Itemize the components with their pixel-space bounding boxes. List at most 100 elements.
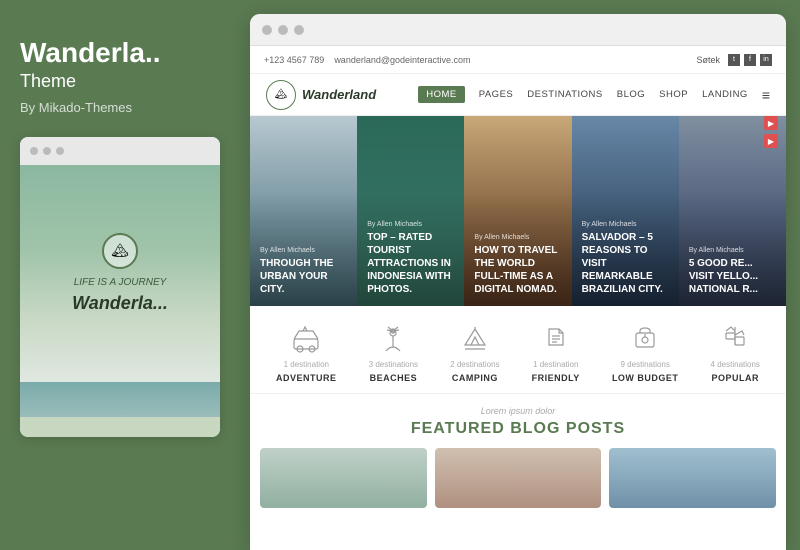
beaches-label: BEACHES bbox=[370, 373, 418, 383]
theme-by: By Mikado-Themes bbox=[20, 100, 220, 115]
mini-hero: 🏔 LIFE IS A JOURNEY Wanderla... bbox=[20, 165, 220, 382]
nav-links[interactable]: HOME PAGES DESTINATIONS BLOG SHOP LANDIN… bbox=[418, 86, 770, 103]
facebook-icon: f bbox=[744, 54, 756, 66]
camping-count: 2 destinations bbox=[450, 360, 499, 369]
lowbudget-icon bbox=[627, 320, 663, 356]
adventure-icon bbox=[288, 320, 324, 356]
mini-dot-3 bbox=[56, 147, 64, 155]
mini-logo-text: LIFE IS A JOURNEY bbox=[74, 277, 167, 289]
categories-section: 1 destination ADVENTURE 3 destinations B… bbox=[250, 306, 786, 394]
logo-circle: 🏔 bbox=[266, 80, 296, 110]
featured-header: Lorem ipsum dolor FEATURED BLOG POSTS bbox=[260, 406, 776, 438]
featured-title-part1: FEATURED BLOG bbox=[411, 420, 566, 437]
hero-card-2: By Allen Michaels TOP – RATED TOURIST AT… bbox=[357, 116, 464, 306]
camping-icon bbox=[457, 320, 493, 356]
category-friendly[interactable]: 1 destination FRIENDLY bbox=[532, 320, 580, 383]
logo-icon: 🏔 bbox=[275, 89, 288, 100]
mini-dot-1 bbox=[30, 147, 38, 155]
hero-text-5: By Allen Michaels 5 GOOD RE... VISIT YEL… bbox=[689, 247, 776, 296]
hero-title-4: SALVADOR – 5 REASONS TO VISIT REMARKABLE… bbox=[582, 231, 669, 296]
featured-title: FEATURED BLOG POSTS bbox=[260, 420, 776, 438]
nav-pages[interactable]: PAGES bbox=[479, 89, 514, 100]
theme-subtitle: Theme bbox=[20, 71, 220, 92]
beaches-count: 3 destinations bbox=[369, 360, 418, 369]
hero-card-4: By Allen Michaels SALVADOR – 5 REASONS T… bbox=[572, 116, 679, 306]
featured-post-2[interactable] bbox=[435, 448, 602, 508]
category-lowbudget[interactable]: 9 destinations LOW BUDGET bbox=[612, 320, 679, 383]
mini-topbar bbox=[20, 137, 220, 165]
featured-post-3[interactable] bbox=[609, 448, 776, 508]
search-label: Søtek bbox=[696, 55, 720, 65]
site-logo: 🏔 Wanderland bbox=[266, 80, 376, 110]
popular-count: 4 destinations bbox=[711, 360, 760, 369]
hero-author-2: By Allen Michaels bbox=[367, 221, 454, 228]
browser-dot-2 bbox=[278, 25, 288, 35]
browser-window: +123 4567 789 wanderland@godeinteractive… bbox=[250, 14, 786, 550]
category-camping[interactable]: 2 destinations CAMPING bbox=[450, 320, 499, 383]
notif-dot-1: ▶ bbox=[764, 116, 778, 130]
topbar-right: Søtek t f in bbox=[696, 54, 772, 66]
lowbudget-label: LOW BUDGET bbox=[612, 373, 679, 383]
hero-card-3: By Allen Michaels HOW TO TRAVEL THE WORL… bbox=[464, 116, 571, 306]
nav-blog[interactable]: BLOG bbox=[617, 89, 645, 100]
email-address: wanderland@godeinteractive.com bbox=[334, 55, 470, 65]
mini-hero-bg: 🏔 LIFE IS A JOURNEY Wanderla... bbox=[20, 165, 220, 382]
logo-name: Wanderland bbox=[302, 87, 376, 102]
browser-dot-3 bbox=[294, 25, 304, 35]
featured-posts bbox=[260, 448, 776, 508]
mini-dot-2 bbox=[43, 147, 51, 155]
hero-text-2: By Allen Michaels TOP – RATED TOURIST AT… bbox=[367, 221, 454, 296]
category-beaches[interactable]: 3 destinations BEACHES bbox=[369, 320, 418, 383]
twitter-icon: t bbox=[728, 54, 740, 66]
phone-number: +123 4567 789 bbox=[264, 55, 324, 65]
hero-strip: ▶ ▶ By Allen Michaels THROUGH THE URBAN … bbox=[250, 116, 786, 306]
hero-text-4: By Allen Michaels SALVADOR – 5 REASONS T… bbox=[582, 221, 669, 296]
mini-ground bbox=[20, 417, 220, 437]
friendly-count: 1 destination bbox=[533, 360, 578, 369]
adventure-label: ADVENTURE bbox=[276, 373, 337, 383]
nav-destinations[interactable]: DESTINATIONS bbox=[527, 89, 603, 100]
instagram-icon: in bbox=[760, 54, 772, 66]
site-nav: 🏔 Wanderland HOME PAGES DESTINATIONS BLO… bbox=[250, 74, 786, 116]
hero-card-1: By Allen Michaels THROUGH THE URBAN YOUR… bbox=[250, 116, 357, 306]
mini-horizon bbox=[20, 382, 220, 417]
hero-author-4: By Allen Michaels bbox=[582, 221, 669, 228]
hero-author-5: By Allen Michaels bbox=[689, 247, 776, 254]
topbar-left: +123 4567 789 wanderland@godeinteractive… bbox=[264, 55, 471, 65]
mountain-icon: 🏔 bbox=[111, 242, 129, 259]
hamburger-icon[interactable]: ≡ bbox=[762, 87, 770, 103]
hero-text-1: By Allen Michaels THROUGH THE URBAN YOUR… bbox=[260, 247, 347, 296]
nav-shop[interactable]: SHOP bbox=[659, 89, 688, 100]
mini-logo-circle: 🏔 bbox=[102, 233, 138, 269]
featured-lorem: Lorem ipsum dolor bbox=[260, 406, 776, 416]
nav-home[interactable]: HOME bbox=[418, 86, 465, 103]
mini-brand-name: Wanderla... bbox=[72, 293, 168, 314]
hero-author-3: By Allen Michaels bbox=[474, 234, 561, 241]
mini-preview-card: 🏔 LIFE IS A JOURNEY Wanderla... bbox=[20, 137, 220, 437]
nav-landing[interactable]: LANDING bbox=[702, 89, 748, 100]
featured-title-posts: POSTS bbox=[566, 420, 625, 437]
browser-chrome bbox=[250, 14, 786, 46]
friendly-icon bbox=[538, 320, 574, 356]
left-panel: Wanderla.. Theme By Mikado-Themes 🏔 LIFE… bbox=[0, 0, 240, 550]
hero-title-1: THROUGH THE URBAN YOUR CITY. bbox=[260, 257, 347, 296]
hero-title-5: 5 GOOD RE... VISIT YELLO... NATIONAL R..… bbox=[689, 257, 776, 296]
hero-bg-4: By Allen Michaels SALVADOR – 5 REASONS T… bbox=[572, 116, 679, 306]
category-popular[interactable]: 4 destinations POPULAR bbox=[711, 320, 760, 383]
hero-bg-2: By Allen Michaels TOP – RATED TOURIST AT… bbox=[357, 116, 464, 306]
hero-bg-1: By Allen Michaels THROUGH THE URBAN YOUR… bbox=[250, 116, 357, 306]
mini-preview: 🏔 LIFE IS A JOURNEY Wanderla... bbox=[20, 165, 220, 437]
social-icons: t f in bbox=[728, 54, 772, 66]
browser-dot-1 bbox=[262, 25, 272, 35]
hero-author-1: By Allen Michaels bbox=[260, 247, 347, 254]
popular-label: POPULAR bbox=[711, 373, 759, 383]
featured-post-1[interactable] bbox=[260, 448, 427, 508]
camping-label: CAMPING bbox=[452, 373, 498, 383]
notif-dot-2: ▶ bbox=[764, 134, 778, 148]
category-adventure[interactable]: 1 destination ADVENTURE bbox=[276, 320, 337, 383]
hero-title-2: TOP – RATED TOURIST ATTRACTIONS IN INDON… bbox=[367, 231, 454, 296]
friendly-label: FRIENDLY bbox=[532, 373, 580, 383]
beaches-icon bbox=[375, 320, 411, 356]
site-topbar: +123 4567 789 wanderland@godeinteractive… bbox=[250, 46, 786, 74]
hero-bg-3: By Allen Michaels HOW TO TRAVEL THE WORL… bbox=[464, 116, 571, 306]
